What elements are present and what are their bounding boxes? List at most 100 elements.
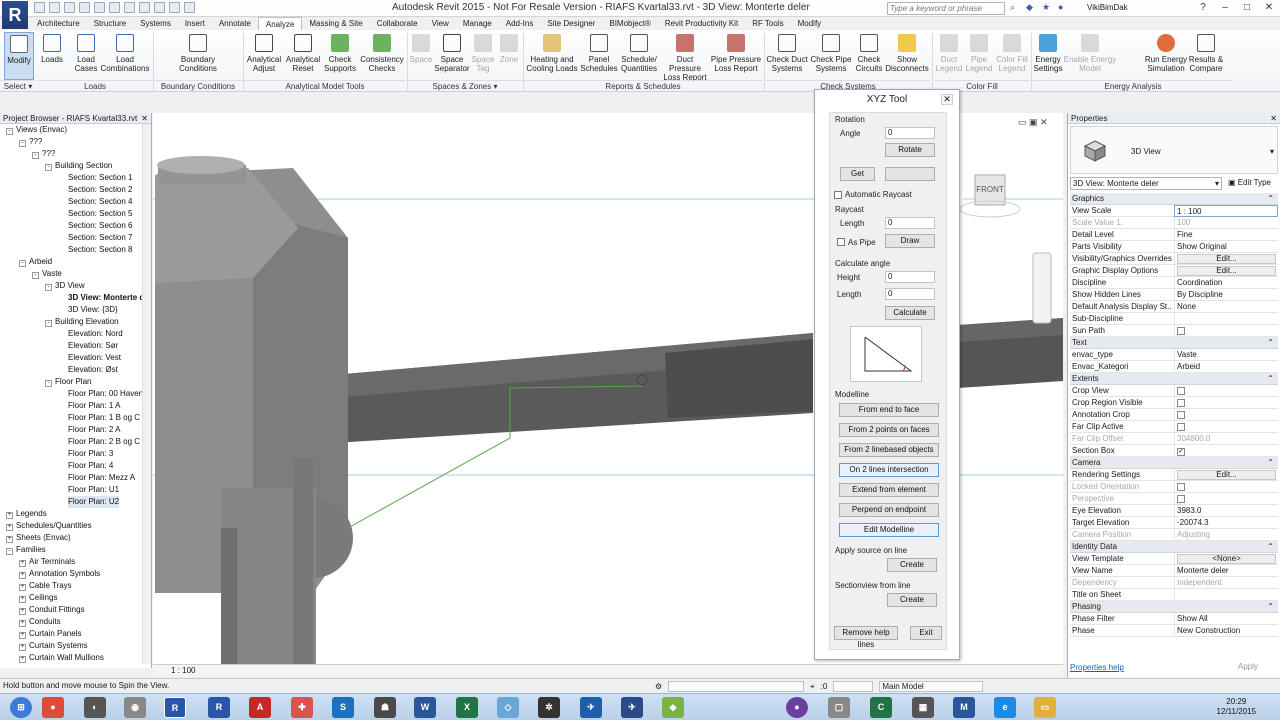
app-icon[interactable]: ◐ (84, 697, 106, 718)
space-button[interactable]: Space (409, 32, 433, 80)
tree-item[interactable]: + Ceilings (19, 592, 57, 604)
property-value[interactable]: Coordination (1174, 277, 1278, 289)
expand-icon[interactable]: + (19, 644, 26, 651)
tree-item[interactable]: Floor Plan: 2 B og C (68, 436, 140, 448)
3d-view-icon[interactable] (139, 2, 150, 13)
boundary-conditions-button[interactable]: Boundary Conditions (170, 32, 226, 80)
collapse-icon[interactable]: - (45, 284, 52, 291)
check-supports-button[interactable]: Check Supports (323, 32, 357, 80)
enable-energy-model-button[interactable]: Enable Energy Model (1063, 32, 1117, 80)
property-value[interactable] (1174, 589, 1278, 601)
collapse-icon[interactable]: ⌃ (1267, 193, 1274, 205)
collapse-icon[interactable]: ⌃ (1267, 337, 1274, 349)
load-combinations-button[interactable]: Load Combinations (100, 32, 150, 80)
property-checkbox[interactable]: ✓ (1177, 448, 1185, 456)
revit-icon[interactable]: R (208, 697, 230, 718)
tab-manage[interactable]: Manage (456, 17, 499, 30)
property-value[interactable]: New Construction (1174, 625, 1278, 637)
tab-analyze[interactable]: Analyze (257, 17, 303, 31)
view-scale[interactable]: 1 : 100 (171, 665, 195, 677)
tree-item[interactable]: -??? (32, 148, 55, 160)
tree-item[interactable]: Section: Section 4 (68, 196, 132, 208)
property-value[interactable]: <None> (1174, 553, 1278, 565)
tree-item[interactable]: - Building Elevation (45, 316, 119, 328)
project-browser-scrollbar[interactable] (142, 124, 151, 664)
calculate-button[interactable]: Calculate (885, 306, 935, 320)
app-icon[interactable]: ✈ (580, 697, 602, 718)
tree-item[interactable]: Floor Plan: 2 A (68, 424, 120, 436)
tree-item[interactable]: Elevation: Øst (68, 364, 118, 376)
collapse-icon[interactable]: - (45, 380, 52, 387)
property-checkbox[interactable] (1177, 399, 1185, 407)
app-icon[interactable]: C (870, 697, 892, 718)
property-value[interactable]: Vaste (1174, 349, 1278, 361)
workset-select[interactable] (668, 681, 805, 692)
tab-systems[interactable]: Systems (133, 17, 178, 30)
collapse-icon[interactable]: - (19, 140, 26, 147)
tree-item[interactable]: Floor Plan: Mezz A (68, 472, 135, 484)
tree-item[interactable]: Section: Section 5 (68, 208, 132, 220)
print-icon[interactable] (94, 2, 105, 13)
word-icon[interactable]: W (414, 697, 436, 718)
expand-icon[interactable]: + (6, 536, 13, 543)
app-icon[interactable]: ◇ (497, 697, 519, 718)
property-value[interactable]: ✓ (1174, 445, 1278, 457)
type-selector[interactable]: 3D View ▾ (1070, 126, 1278, 174)
app-icon[interactable]: ◆ (662, 697, 684, 718)
tab-site-designer[interactable]: Site Designer (540, 17, 602, 30)
property-value[interactable] (1174, 325, 1278, 337)
property-value[interactable]: -20074.3 (1174, 517, 1278, 529)
section-icon[interactable] (154, 2, 165, 13)
expand-icon[interactable]: + (19, 584, 26, 591)
property-group[interactable]: Text ⌃ (1070, 337, 1278, 349)
tree-item[interactable]: Floor Plan: 4 (68, 460, 113, 472)
collapse-icon[interactable]: - (19, 260, 26, 267)
property-value[interactable]: Edit... (1174, 265, 1278, 277)
expand-icon[interactable]: + (19, 620, 26, 627)
skype-icon[interactable]: S (332, 697, 354, 718)
panel-select[interactable]: Select ▾ (0, 80, 36, 91)
consistency-checks-button[interactable]: Consistency Checks (359, 32, 405, 80)
tree-item[interactable]: -??? (19, 136, 42, 148)
property-value[interactable]: Edit... (1174, 469, 1278, 481)
tree-item[interactable]: Section: Section 2 (68, 184, 132, 196)
property-edit-button[interactable]: Edit... (1177, 254, 1276, 264)
exit-button[interactable]: Exit (910, 626, 942, 640)
tree-item[interactable]: + Conduit Fittings (19, 604, 85, 616)
tab-structure[interactable]: Structure (87, 17, 133, 30)
viewcube-front[interactable]: FRONT (975, 185, 1005, 194)
user-name[interactable]: VikiBimDak (1087, 3, 1128, 12)
analytical-reset-button[interactable]: Analytical Reset (285, 32, 321, 80)
tab-insert[interactable]: Insert (178, 17, 212, 30)
modify-button[interactable]: Modify (4, 32, 34, 80)
expand-icon[interactable]: + (6, 524, 13, 531)
property-checkbox[interactable] (1177, 411, 1185, 419)
tree-item[interactable]: Floor Plan: U2 (68, 496, 120, 508)
autocad-icon[interactable]: A (249, 697, 271, 718)
tab-add-ins[interactable]: Add-Ins (499, 17, 541, 30)
start-button-icon[interactable]: ⊞ (10, 697, 32, 718)
save-icon[interactable] (49, 2, 60, 13)
property-value[interactable] (1174, 385, 1278, 397)
minimize-button[interactable]: – (1214, 0, 1236, 16)
tree-item[interactable]: + Cable Trays (19, 580, 72, 592)
tree-item[interactable]: + Schedules/Quantities (6, 520, 92, 532)
collapse-icon[interactable]: ⌃ (1267, 457, 1274, 469)
tree-item[interactable]: 3D View: Monterte deler (68, 292, 151, 304)
tab-modify[interactable]: Modify (791, 17, 829, 30)
tree-item[interactable]: + Curtain Wall Mullions (19, 652, 104, 664)
app-icon[interactable]: ✲ (538, 697, 560, 718)
tree-item[interactable]: + Air Terminals (19, 556, 75, 568)
search-icon[interactable]: ⌕ (1010, 2, 1020, 13)
edit-type-button[interactable]: ▣ Edit Type (1228, 178, 1271, 187)
app-icon[interactable]: ▢ (828, 697, 850, 718)
length-input[interactable]: 0 (885, 288, 935, 300)
tab-revit-productivity-kit[interactable]: Revit Productivity Kit (658, 17, 745, 30)
property-value[interactable]: By Discipline (1174, 289, 1278, 301)
collapse-icon[interactable]: - (6, 128, 13, 135)
property-group[interactable]: Graphics ⌃ (1070, 193, 1278, 205)
tree-item[interactable]: - Views (Envac) (6, 124, 67, 136)
property-value[interactable]: Arbeid (1174, 361, 1278, 373)
property-value[interactable] (1174, 313, 1278, 325)
tree-item[interactable]: + Annotation Symbols (19, 568, 100, 580)
